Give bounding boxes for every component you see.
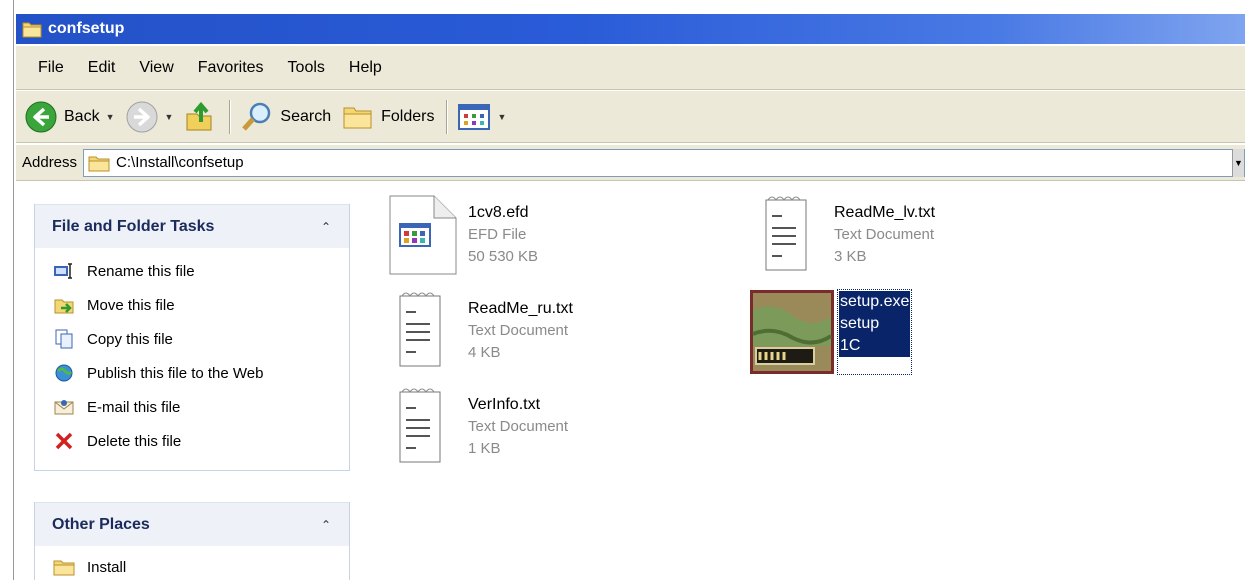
window-left-edge [0, 0, 14, 580]
task-publish-web[interactable]: Publish this file to the Web [35, 356, 349, 390]
copy-icon [52, 328, 76, 350]
text-document-icon [399, 388, 441, 463]
menu-tools[interactable]: Tools [276, 59, 337, 77]
search-label: Search [280, 107, 332, 125]
folders-icon [343, 107, 372, 128]
window-title: confsetup [48, 20, 125, 37]
task-pane: File and Folder Tasks ⌃ Rename this file… [16, 182, 364, 580]
forward-dropdown-icon[interactable]: ▼ [165, 112, 174, 122]
address-bar: Address C:\Install\confsetup ▼ [16, 145, 1245, 181]
task-label: Move this file [87, 296, 175, 314]
search-icon [242, 102, 271, 131]
task-rename-file[interactable]: Rename this file [35, 254, 349, 288]
text-document-icon [765, 196, 807, 271]
file-folder-tasks-panel: File and Folder Tasks ⌃ Rename this file… [34, 204, 350, 471]
move-icon [52, 294, 76, 316]
views-dropdown-icon[interactable]: ▼ [497, 112, 506, 122]
rename-icon [52, 260, 76, 282]
toolbar-separator [229, 99, 231, 134]
task-delete-file[interactable]: Delete this file [35, 424, 349, 458]
back-button[interactable]: Back ▼ [24, 100, 115, 134]
file-type: setup [839, 313, 911, 335]
task-move-file[interactable]: Move this file [35, 288, 349, 322]
setup-exe-icon [750, 290, 834, 374]
file-name: ReadMe_lv.txt [834, 204, 936, 221]
forward-arrow-icon [126, 101, 157, 132]
address-input[interactable]: C:\Install\confsetup ▼ [83, 148, 1245, 177]
folder-icon [22, 22, 42, 38]
forward-button[interactable]: ▼ [125, 100, 174, 134]
menu-help[interactable]: Help [337, 59, 394, 77]
search-button[interactable]: Search [240, 100, 331, 134]
task-label: E-mail this file [87, 398, 181, 416]
folder-icon [88, 156, 110, 171]
delete-icon [52, 430, 76, 452]
panel-title: Other Places [52, 515, 150, 533]
file-size: 3 KB [834, 248, 867, 265]
efd-file-icon [389, 195, 457, 275]
title-bar[interactable]: confsetup [16, 14, 1245, 44]
file-size: 50 530 KB [468, 248, 539, 265]
address-path: C:\Install\confsetup [116, 154, 244, 171]
address-label: Address [22, 154, 78, 171]
file-item[interactable]: ReadMe_ru.txt Text Document 4 KB [388, 290, 573, 372]
file-name: setup.exe [839, 291, 911, 313]
task-label: Delete this file [87, 432, 182, 450]
up-folder-icon [186, 101, 212, 130]
file-type: EFD File [468, 226, 527, 243]
file-name: 1cv8.efd [468, 204, 529, 221]
up-folder-button[interactable] [183, 100, 217, 134]
collapse-icon[interactable]: ⌃ [321, 518, 331, 532]
file-item-selected[interactable]: setup.exe setup 1C [750, 289, 913, 375]
address-dropdown-icon[interactable]: ▼ [1232, 148, 1244, 177]
file-size: 1 KB [468, 440, 501, 457]
folder-icon [52, 556, 76, 578]
file-type: Text Document [468, 418, 569, 435]
file-item[interactable]: ReadMe_lv.txt Text Document 3 KB [754, 194, 935, 276]
task-label: Rename this file [87, 262, 195, 280]
menu-file[interactable]: File [26, 59, 76, 77]
place-label: Install [87, 558, 127, 576]
file-folder-tasks-header[interactable]: File and Folder Tasks ⌃ [35, 204, 349, 248]
file-item[interactable]: 1cv8.efd EFD File 50 530 KB [388, 194, 538, 276]
other-places-header[interactable]: Other Places ⌃ [35, 502, 349, 546]
task-label: Publish this file to the Web [87, 364, 264, 382]
publish-web-icon [52, 362, 76, 384]
menu-favorites[interactable]: Favorites [186, 59, 276, 77]
menu-edit[interactable]: Edit [76, 59, 128, 77]
task-label: Copy this file [87, 330, 173, 348]
panel-title: File and Folder Tasks [52, 217, 215, 235]
file-size: 1C [839, 335, 911, 357]
file-type: Text Document [834, 226, 935, 243]
folders-button[interactable]: Folders [341, 102, 434, 132]
task-copy-file[interactable]: Copy this file [35, 322, 349, 356]
toolbar-separator [446, 99, 448, 134]
file-size: 4 KB [468, 344, 501, 361]
views-button[interactable]: ▼ [457, 102, 506, 132]
task-email-file[interactable]: E-mail this file [35, 390, 349, 424]
place-install[interactable]: Install [35, 550, 349, 580]
email-icon [52, 396, 76, 418]
file-type: Text Document [468, 322, 569, 339]
menu-view[interactable]: View [127, 59, 185, 77]
menu-bar: File Edit View Favorites Tools Help [16, 46, 1245, 90]
back-label: Back [64, 107, 100, 125]
collapse-icon[interactable]: ⌃ [321, 220, 331, 234]
toolbar: Back ▼ ▼ Search Folders ▼ [16, 91, 1245, 143]
folders-label: Folders [381, 107, 435, 125]
back-arrow-icon [25, 101, 57, 132]
file-name: ReadMe_ru.txt [468, 300, 573, 317]
views-icon [458, 103, 491, 130]
other-places-panel: Other Places ⌃ Install [34, 502, 350, 580]
file-name: VerInfo.txt [468, 396, 541, 413]
file-item[interactable]: VerInfo.txt Text Document 1 KB [388, 386, 568, 468]
text-document-icon [399, 292, 441, 367]
back-dropdown-icon[interactable]: ▼ [106, 112, 115, 122]
